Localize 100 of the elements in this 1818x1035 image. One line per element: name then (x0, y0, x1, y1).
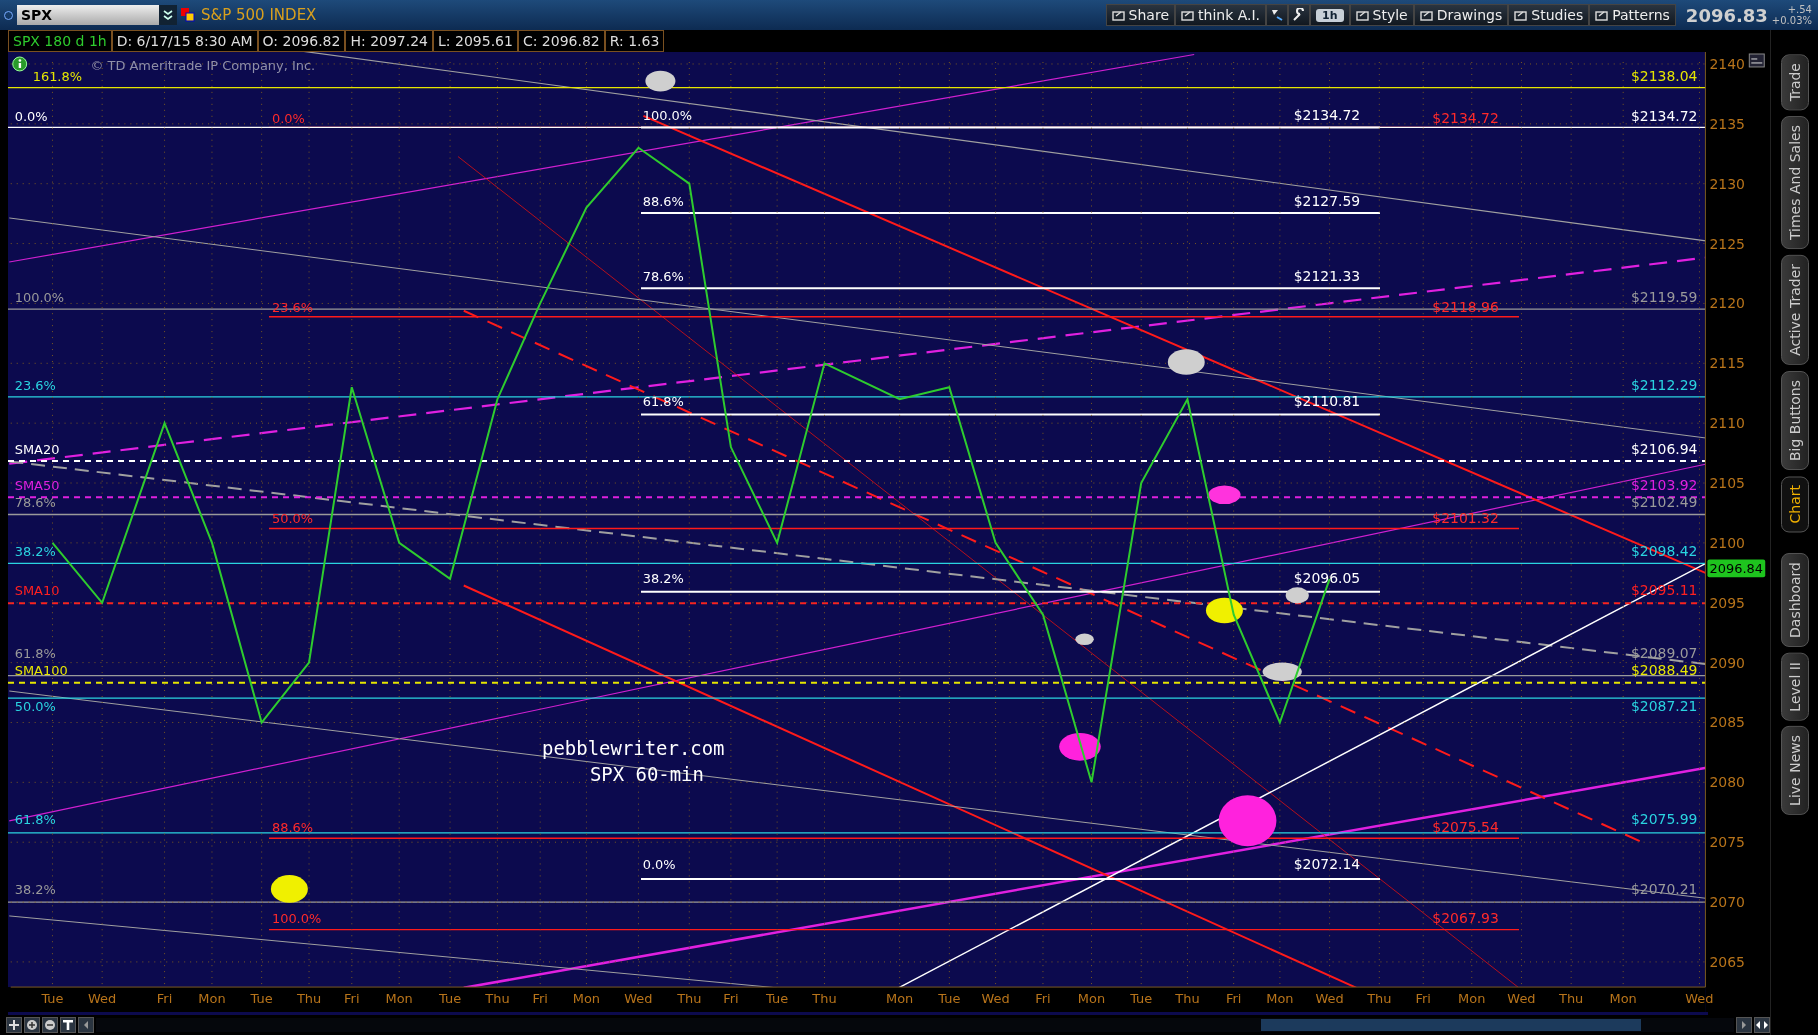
zoom-out-icon[interactable] (42, 1017, 58, 1033)
axis-tick-label: 2140 (1709, 55, 1745, 72)
toolbar-button[interactable]: Patterns (1589, 4, 1676, 26)
level-price: $2138.04 (1630, 68, 1698, 85)
level-price: $2112.29 (1630, 376, 1698, 393)
level-label: 78.6% (14, 495, 56, 511)
level-price: $2102.49 (1630, 494, 1698, 511)
crosshair-icon[interactable] (6, 1017, 22, 1033)
axis-tick-label: 2100 (1709, 534, 1745, 551)
chart-settings-icon[interactable] (1748, 53, 1765, 68)
fib-price: $2096.05 (1293, 570, 1361, 587)
interval-button[interactable]: 1h (1310, 4, 1350, 26)
chart-annotation: pebblewriter.com (542, 736, 725, 759)
level-price: $2119.59 (1630, 289, 1698, 306)
resize-handle-icon[interactable] (1754, 1017, 1770, 1033)
axis-tick-label: Thu (1559, 991, 1584, 1007)
axis-tick-label: 2080 (1709, 774, 1745, 791)
last-price: 2096.83 (1685, 4, 1768, 26)
highlight-ellipse (1285, 587, 1309, 604)
axis-tick-label: Mon (385, 991, 413, 1007)
square-icon (1355, 8, 1369, 22)
info-cell: D: 6/17/15 8:30 AM (111, 30, 258, 52)
axis-tick-label: Thu (296, 991, 322, 1007)
axis-tick-label: 2135 (1709, 115, 1745, 132)
info-cell: R: 1.63 (604, 30, 665, 52)
highlight-ellipse (645, 70, 676, 92)
info-cell: O: 2096.82 (257, 30, 346, 52)
side-tab[interactable]: Live News (1780, 726, 1809, 816)
toolbar-button[interactable]: Style (1349, 4, 1414, 26)
info-icon[interactable] (12, 56, 28, 72)
text-tool-icon[interactable] (60, 1017, 76, 1033)
axis-tick-label: 2115 (1709, 355, 1745, 372)
axis-tick-label: Mon (572, 991, 601, 1007)
scroll-right-icon[interactable] (1736, 1017, 1752, 1033)
side-tab[interactable]: Trade (1780, 54, 1809, 111)
highlight-ellipse (1208, 485, 1241, 505)
symbol-field[interactable]: SPX (17, 5, 177, 25)
percent-change: +0.03% (1771, 15, 1812, 26)
level-label: SMA10 (14, 583, 60, 599)
drawing-tool-icon[interactable] (1266, 4, 1289, 26)
side-tab[interactable]: Big Buttons (1780, 371, 1809, 471)
side-tab[interactable]: Times And Sales (1780, 116, 1809, 250)
axis-tick-label: Mon (1458, 991, 1486, 1007)
color-squares-icon[interactable] (181, 8, 195, 22)
axis-tick-label: Thu (677, 991, 702, 1007)
axis-tick-label: Tue (41, 991, 64, 1007)
fib-price: $2121.33 (1293, 267, 1361, 284)
axis-tick-label: 2125 (1709, 235, 1745, 252)
side-tab[interactable]: Dashboard (1780, 552, 1809, 647)
info-cell: C: 2096.82 (517, 30, 605, 52)
axis-tick-label: Fri (156, 991, 173, 1007)
side-tab[interactable]: Level II (1780, 652, 1809, 721)
dropdown-icon[interactable] (159, 5, 177, 25)
toolbar-button[interactable]: think A.I. (1175, 4, 1267, 26)
fib-label: 88.6% (271, 819, 314, 835)
copyright-text: © TD Ameritrade IP Company, Inc. (90, 57, 316, 73)
axis-tick-label: Wed (624, 991, 653, 1007)
side-tab[interactable]: Chart (1780, 476, 1809, 533)
level-price: $2134.72 (1630, 108, 1698, 125)
side-tab[interactable]: Active Trader (1780, 255, 1809, 366)
level-price: $2103.92 (1630, 476, 1698, 493)
axis-tick-label: Thu (485, 991, 510, 1007)
fib-price: $2127.59 (1293, 192, 1361, 209)
axis-tick-label: 2090 (1709, 654, 1745, 671)
level-label: 0.0% (14, 109, 48, 125)
level-price: $2088.49 (1630, 661, 1698, 678)
fib-label: 88.6% (642, 193, 684, 209)
square-icon (1111, 8, 1125, 22)
axis-tick-label: Tue (1130, 991, 1153, 1007)
axis-tick-label: Tue (938, 991, 961, 1007)
level-price: $2075.99 (1630, 811, 1698, 828)
symbol-name: S&P 500 INDEX (201, 6, 317, 24)
axis-tick-label: 2110 (1709, 415, 1745, 432)
fib-price: $2134.72 (1432, 110, 1499, 127)
highlight-ellipse (270, 875, 308, 903)
square-icon (1181, 8, 1194, 22)
axis-tick-label: Fri (344, 991, 360, 1007)
zoom-in-icon[interactable] (24, 1017, 40, 1033)
fib-label: 78.6% (642, 268, 684, 284)
axis-tick-label: Mon (1609, 991, 1637, 1007)
axis-tick-label: Fri (532, 991, 548, 1007)
axis-tick-label: Wed (88, 991, 117, 1007)
info-cell: L: 2095.61 (433, 30, 518, 52)
toolbar-button[interactable]: Drawings (1413, 4, 1509, 26)
level-label: 38.2% (14, 543, 56, 559)
level-label: 61.8% (14, 812, 56, 828)
axis-tick-label: 2120 (1709, 295, 1745, 312)
toolbar-button[interactable]: Share (1105, 4, 1175, 26)
toolbar-button[interactable]: Studies (1508, 4, 1590, 26)
current-price-badge: 2096.84 (1707, 559, 1766, 578)
axis-tick-label: Wed (1685, 991, 1714, 1007)
fib-label: 100.0% (271, 910, 322, 926)
axis-tick-label: 2065 (1709, 953, 1745, 970)
axis-tick-label: 2075 (1709, 834, 1745, 851)
wrench-icon[interactable] (1288, 4, 1311, 26)
scrollbar-thumb[interactable] (1261, 1019, 1641, 1031)
axis-tick-label: Wed (1507, 991, 1536, 1007)
fib-price: $2075.54 (1432, 818, 1499, 835)
scroll-left-icon[interactable] (78, 1017, 94, 1033)
fib-price: $2118.96 (1432, 298, 1499, 315)
